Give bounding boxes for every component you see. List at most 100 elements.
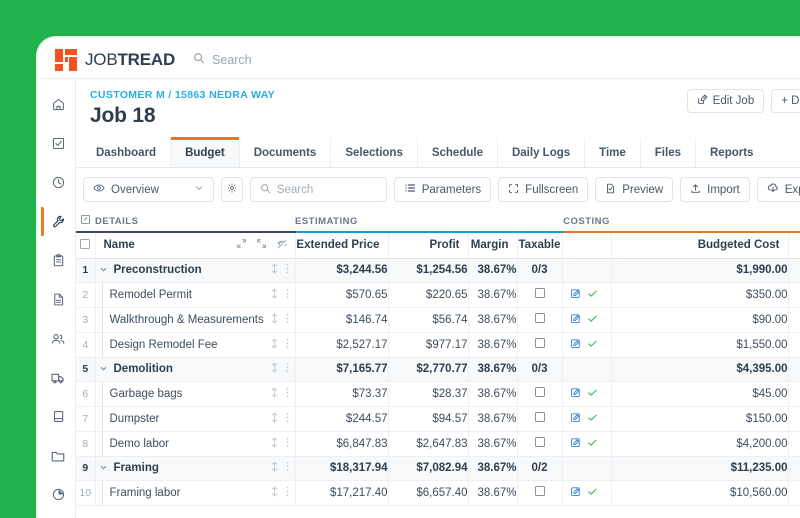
row-margin[interactable]: 38.67% <box>468 357 518 382</box>
column-header-margin[interactable]: Margin <box>468 232 518 259</box>
drag-handle-icon[interactable] <box>270 437 279 451</box>
row-margin[interactable]: 38.67% <box>468 332 518 358</box>
sidebar-item-home[interactable] <box>41 85 75 124</box>
row-extended-price[interactable]: $2,527.17 <box>295 332 389 358</box>
drag-handle-icon[interactable] <box>270 338 279 352</box>
row-extended-price[interactable]: $17,217.40 <box>295 480 389 506</box>
table-row[interactable]: 10 Framing labor $17,217.40 $6,657.40 38.67%… <box>76 480 800 506</box>
row-budgeted-cost[interactable]: $10,560.00 <box>611 480 789 506</box>
taxable-checkbox[interactable] <box>534 338 545 348</box>
approved-check-icon[interactable] <box>587 288 598 302</box>
tab-selections[interactable]: Selections <box>330 138 417 167</box>
column-header-taxable[interactable]: Taxable <box>517 232 563 259</box>
global-search-input[interactable]: Search <box>212 53 252 67</box>
row-status-icons[interactable] <box>562 456 612 481</box>
sidebar-item-files[interactable] <box>41 436 75 475</box>
column-header-budgeted-cost[interactable]: Budgeted Cost <box>611 232 789 259</box>
edit-cost-icon[interactable] <box>570 313 581 327</box>
taxable-checkbox[interactable] <box>534 387 545 397</box>
collapse-all-icon[interactable] <box>236 238 247 253</box>
breadcrumb[interactable]: CUSTOMER M / 15863 NEDRA WAY <box>90 89 275 101</box>
row-name-cell[interactable]: Preconstruction <box>95 258 296 283</box>
approved-check-icon[interactable] <box>587 338 598 352</box>
row-extended-price[interactable]: $6,847.83 <box>295 431 389 457</box>
column-header-extended-price[interactable]: Extended Price <box>295 232 389 259</box>
tab-files[interactable]: Files <box>639 138 695 167</box>
sidebar-item-reports[interactable] <box>41 475 75 514</box>
drag-handle-icon[interactable] <box>270 461 279 475</box>
row-margin[interactable]: 38.67% <box>468 258 518 283</box>
row-profit[interactable]: $28.37 <box>388 381 469 407</box>
row-status-icons[interactable] <box>562 258 612 283</box>
row-margin[interactable]: 38.67% <box>468 307 518 333</box>
row-extended-price[interactable]: $73.37 <box>295 381 389 407</box>
edit-job-button[interactable]: Edit Job <box>686 89 765 113</box>
row-margin[interactable]: 38.67% <box>468 282 518 308</box>
table-row[interactable]: 7 Dumpster $244.57 $94.57 38.67% $150.00 <box>76 406 800 432</box>
row-budgeted-cost[interactable]: $11,235.00 <box>611 456 789 481</box>
drag-handle-icon[interactable] <box>270 288 279 302</box>
row-profit[interactable]: $2,770.77 <box>388 357 469 382</box>
row-budgeted-cost[interactable]: $1,990.00 <box>611 258 789 283</box>
row-status-icons[interactable] <box>562 357 612 382</box>
row-status-icons[interactable] <box>562 406 612 432</box>
row-budgeted-cost[interactable]: $4,200.00 <box>611 431 789 457</box>
row-status-icons[interactable] <box>562 332 612 358</box>
row-status-icons[interactable] <box>562 307 612 333</box>
row-extended-price[interactable]: $146.74 <box>295 307 389 333</box>
table-row[interactable]: 2 Remodel Permit $570.65 $220.65 38.67% $350.… <box>76 282 800 308</box>
sidebar-item-jobs[interactable] <box>41 202 75 241</box>
chevron-down-icon[interactable] <box>96 463 112 474</box>
row-margin[interactable]: 38.67% <box>468 456 518 481</box>
row-name-cell[interactable]: Dumpster <box>95 406 296 432</box>
approved-check-icon[interactable] <box>587 486 598 500</box>
chevron-down-icon[interactable] <box>96 265 112 276</box>
taxable-checkbox[interactable] <box>534 288 545 298</box>
import-button[interactable]: Import <box>680 177 750 202</box>
view-select[interactable]: Overview <box>83 177 214 202</box>
table-row[interactable]: 6 Garbage bags $73.37 $28.37 38.67% $45.00 <box>76 381 800 407</box>
row-margin[interactable]: 38.67% <box>468 480 518 506</box>
row-margin[interactable]: 38.67% <box>468 406 518 432</box>
row-profit[interactable]: $94.57 <box>388 406 469 432</box>
row-profit[interactable]: $7,082.94 <box>388 456 469 481</box>
row-taxable[interactable] <box>517 381 563 407</box>
edit-cost-icon[interactable] <box>570 486 581 500</box>
row-status-icons[interactable] <box>562 480 612 506</box>
row-name-cell[interactable]: Framing labor <box>95 480 296 506</box>
row-name-cell[interactable]: Demo labor <box>95 431 296 457</box>
row-name-cell[interactable]: Remodel Permit <box>95 282 296 308</box>
select-all-icon-cell[interactable] <box>76 211 95 233</box>
add-document-button[interactable]: + Docu <box>771 89 800 113</box>
row-budgeted-cost[interactable]: $4,395.00 <box>611 357 789 382</box>
row-menu-icon[interactable] <box>286 437 289 451</box>
row-profit[interactable]: $6,657.40 <box>388 480 469 506</box>
row-name-cell[interactable]: Walkthrough & Measurements <box>95 307 296 333</box>
row-taxable[interactable] <box>517 480 563 506</box>
row-margin[interactable]: 38.67% <box>468 431 518 457</box>
approved-check-icon[interactable] <box>587 313 598 327</box>
preview-button[interactable]: Preview <box>595 177 674 202</box>
tab-dashboard[interactable]: Dashboard <box>82 138 171 167</box>
global-search[interactable]: Search <box>193 52 252 67</box>
row-status-icons[interactable] <box>562 282 612 308</box>
row-profit[interactable]: $2,647.83 <box>388 431 469 457</box>
sidebar-item-clipboard[interactable] <box>41 241 75 280</box>
drag-handle-icon[interactable] <box>270 362 279 376</box>
row-taxable[interactable] <box>517 307 563 333</box>
row-profit[interactable]: $977.17 <box>388 332 469 358</box>
logo-wordmark[interactable]: JOBTREAD <box>85 50 175 70</box>
select-all-checkbox[interactable] <box>76 232 96 259</box>
chevron-down-icon[interactable] <box>96 364 112 375</box>
sidebar-item-time[interactable] <box>41 163 75 202</box>
budget-search-input[interactable]: Search <box>249 177 387 202</box>
tab-daily-logs[interactable]: Daily Logs <box>496 138 585 167</box>
parameters-button[interactable]: Parameters <box>393 177 492 202</box>
tab-documents[interactable]: Documents <box>238 138 331 167</box>
sidebar-item-contacts[interactable] <box>41 319 75 358</box>
drag-handle-icon[interactable] <box>270 387 279 401</box>
edit-cost-icon[interactable] <box>570 387 581 401</box>
drag-handle-icon[interactable] <box>270 486 279 500</box>
column-header-name[interactable]: Name <box>95 232 296 259</box>
column-header-profit[interactable]: Profit <box>388 232 469 259</box>
